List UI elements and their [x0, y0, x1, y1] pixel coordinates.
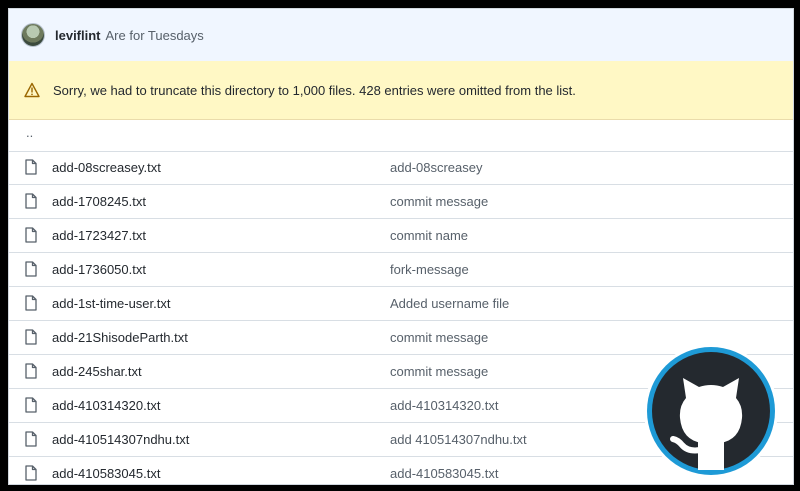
file-icon [25, 363, 37, 379]
file-commit-message[interactable]: add-410583045.txt [390, 466, 498, 481]
file-icon [25, 261, 37, 277]
file-commit-message[interactable]: commit message [390, 194, 488, 209]
warning-message: Sorry, we had to truncate this directory… [53, 82, 576, 98]
file-icon [25, 465, 37, 481]
file-commit-message[interactable]: commit message [390, 330, 488, 345]
file-commit-message[interactable]: commit name [390, 228, 468, 243]
file-name-link[interactable]: add-1723427.txt [52, 228, 146, 243]
file-row[interactable]: add-1708245.txt commit message [9, 185, 793, 219]
file-row[interactable]: add-1736050.txt fork-message [9, 253, 793, 287]
file-commit-message[interactable]: add 410514307ndhu.txt [390, 432, 527, 447]
file-commit-message[interactable]: fork-message [390, 262, 469, 277]
user-avatar[interactable] [21, 23, 45, 47]
file-icon [25, 193, 37, 209]
file-icon [25, 397, 37, 413]
file-name-link[interactable]: add-1708245.txt [52, 194, 146, 209]
file-name-link[interactable]: add-1st-time-user.txt [52, 296, 171, 311]
truncation-warning: Sorry, we had to truncate this directory… [9, 61, 793, 120]
commit-author[interactable]: leviflint [55, 28, 101, 43]
github-logo [644, 344, 778, 478]
parent-directory-row[interactable]: .. [9, 119, 793, 152]
file-commit-message[interactable]: Added username file [390, 296, 509, 311]
file-row[interactable]: add-1723427.txt commit name [9, 219, 793, 253]
file-name-link[interactable]: add-08screasey.txt [52, 160, 161, 175]
file-name-link[interactable]: add-21ShisodeParth.txt [52, 330, 188, 345]
parent-directory-link[interactable]: .. [26, 125, 33, 140]
file-name-link[interactable]: add-410583045.txt [52, 466, 160, 481]
alert-triangle-icon [24, 82, 40, 98]
file-commit-message[interactable]: add-410314320.txt [390, 398, 498, 413]
file-row[interactable]: add-08screasey.txt add-08screasey [9, 151, 793, 185]
file-icon [25, 227, 37, 243]
file-row[interactable]: add-1st-time-user.txt Added username fil… [9, 287, 793, 321]
file-icon [25, 159, 37, 175]
commit-message[interactable]: Are for Tuesdays [106, 28, 204, 43]
latest-commit-bar: leviflint Are for Tuesdays [9, 9, 793, 62]
file-name-link[interactable]: add-410314320.txt [52, 398, 160, 413]
file-name-link[interactable]: add-245shar.txt [52, 364, 142, 379]
file-icon [25, 431, 37, 447]
file-name-link[interactable]: add-1736050.txt [52, 262, 146, 277]
file-name-link[interactable]: add-410514307ndhu.txt [52, 432, 189, 447]
file-icon [25, 295, 37, 311]
file-commit-message[interactable]: commit message [390, 364, 488, 379]
file-icon [25, 329, 37, 345]
file-commit-message[interactable]: add-08screasey [390, 160, 483, 175]
